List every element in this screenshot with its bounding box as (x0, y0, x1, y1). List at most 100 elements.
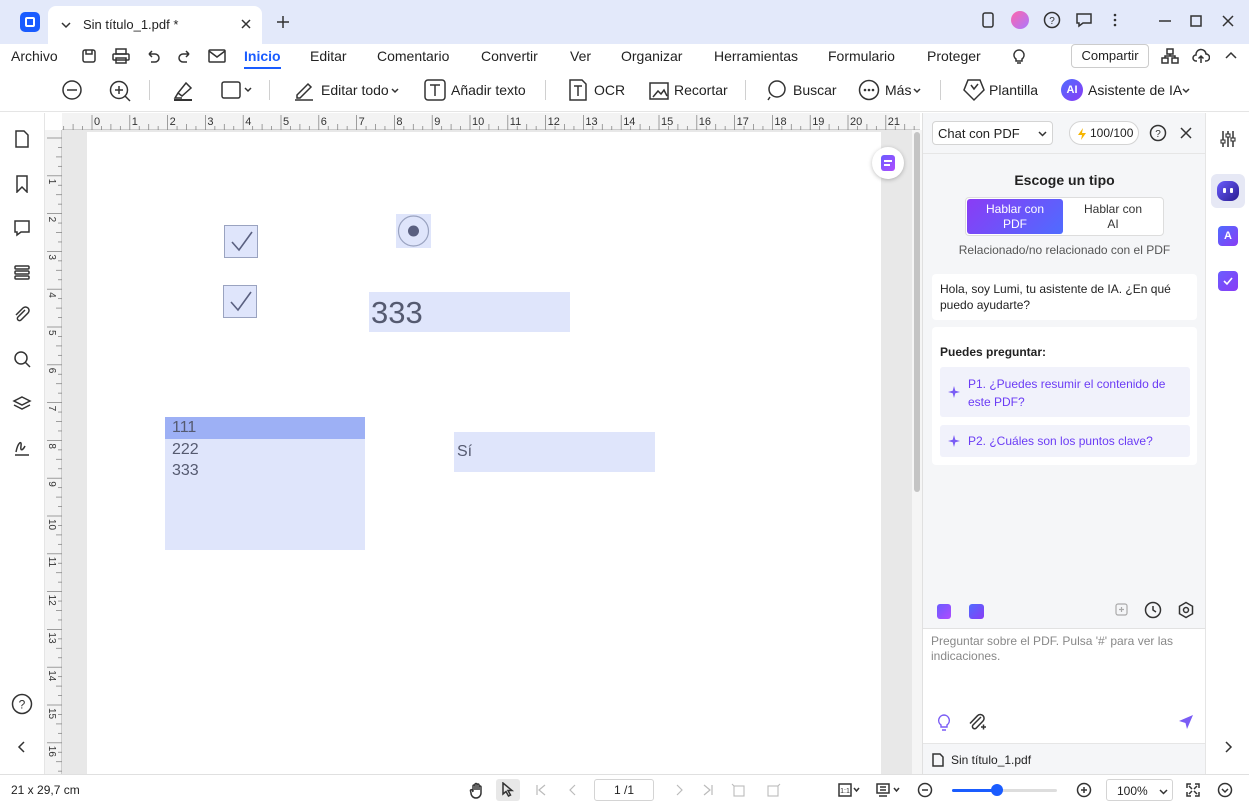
ai-assistant-button[interactable]: Asistente de IA (1088, 80, 1182, 100)
zoom-out-status-icon[interactable] (917, 782, 933, 798)
ai-badge-icon[interactable]: AI (1061, 79, 1083, 101)
history-icon[interactable] (1144, 601, 1162, 619)
select-tool-button[interactable] (496, 779, 520, 801)
ai-assistant-dropdown-icon[interactable] (1182, 87, 1190, 95)
ai-switch-icon[interactable] (969, 604, 984, 619)
fit-page-icon[interactable] (1186, 783, 1200, 797)
translate-icon[interactable]: A (1218, 226, 1238, 246)
cloud-upload-icon[interactable] (1192, 48, 1210, 64)
menu-inicio[interactable]: Inicio (244, 44, 281, 69)
search-sidebar-icon[interactable] (13, 350, 31, 368)
properties-sliders-icon[interactable] (1219, 130, 1237, 148)
menu-ver[interactable]: Ver (570, 44, 591, 69)
zoom-out-icon[interactable] (61, 79, 83, 101)
type-pdf-button[interactable]: Hablar con PDF (967, 199, 1063, 234)
more-button[interactable]: Más (885, 80, 911, 100)
crop-button[interactable]: Recortar (674, 80, 728, 100)
suggestion-item[interactable]: P1. ¿Puedes resumir el contenido de este… (940, 367, 1190, 417)
ai-chat-tab[interactable] (1211, 174, 1245, 208)
attach-file-icon[interactable] (967, 713, 987, 733)
prompt-bulb-icon[interactable] (935, 713, 953, 733)
ai-doc-tool-icon[interactable] (937, 604, 951, 619)
avatar[interactable] (1011, 11, 1029, 29)
last-page-icon[interactable] (702, 784, 714, 796)
minimize-icon[interactable] (1158, 14, 1172, 28)
undo-icon[interactable] (145, 48, 161, 64)
layers-icon[interactable] (12, 395, 32, 413)
list-option[interactable]: 111 (165, 417, 365, 439)
settings-icon[interactable] (1177, 601, 1195, 619)
help-icon[interactable]: ? (1043, 11, 1061, 29)
checkbox-field[interactable] (224, 225, 258, 258)
scrollbar-thumb[interactable] (914, 132, 920, 492)
signature-icon[interactable] (13, 438, 31, 456)
suggestion-item[interactable]: P2. ¿Cuáles son los puntos clave? (940, 425, 1190, 457)
workflow-icon[interactable] (1161, 48, 1179, 64)
ai-check-icon[interactable] (1218, 271, 1238, 291)
new-chat-icon[interactable] (1114, 602, 1130, 618)
shape-rectangle-icon[interactable] (221, 80, 241, 100)
document-tab[interactable]: Sin título_1.pdf * (48, 6, 262, 44)
rotate-left-icon[interactable] (731, 782, 747, 798)
view-mode-icon[interactable] (876, 783, 902, 797)
combo-box-field[interactable]: Sí (454, 432, 655, 472)
panel-close-icon[interactable] (1180, 127, 1192, 139)
list-box-field[interactable]: 111 222 333 (165, 417, 365, 550)
menu-archivo[interactable]: Archivo (11, 44, 58, 69)
add-text-button[interactable]: Añadir texto (451, 80, 526, 100)
menu-organizar[interactable]: Organizar (621, 44, 682, 69)
floating-ai-button[interactable] (872, 147, 904, 179)
zoom-in-icon[interactable] (108, 79, 132, 103)
template-button[interactable]: Plantilla (989, 80, 1038, 100)
document-canvas[interactable]: 333 111 222 333 Sí (62, 130, 912, 774)
bookmark-icon[interactable] (15, 175, 29, 193)
mail-icon[interactable] (208, 48, 226, 64)
prev-page-icon[interactable] (567, 784, 579, 796)
save-icon[interactable] (81, 48, 97, 64)
share-button[interactable]: Compartir (1071, 44, 1149, 68)
list-option[interactable]: 333 (165, 460, 365, 482)
more-dropdown-icon[interactable] (913, 87, 921, 95)
more-icon[interactable] (858, 79, 880, 101)
help-sidebar-icon[interactable]: ? (11, 693, 33, 715)
comment-icon[interactable] (13, 219, 31, 237)
panel-help-icon[interactable]: ? (1149, 124, 1167, 142)
next-page-icon[interactable] (673, 784, 685, 796)
template-icon[interactable] (962, 78, 986, 102)
chat-input[interactable]: Preguntar sobre el PDF. Pulsa '#' para v… (923, 629, 1206, 743)
send-icon[interactable] (1177, 713, 1195, 731)
shape-dropdown-icon[interactable] (244, 86, 252, 94)
layers-list-icon[interactable] (13, 264, 31, 280)
page-layout-icon[interactable]: 1:1 (838, 783, 860, 797)
text-field[interactable]: 333 (369, 292, 570, 332)
page-number-input[interactable]: 1 /1 (594, 779, 654, 801)
credits-badge[interactable]: 100/100 (1069, 121, 1139, 145)
collapse-sidebar-icon[interactable] (17, 741, 27, 753)
pages-thumbnail-icon[interactable] (14, 130, 30, 148)
collapse-ribbon-icon[interactable] (1224, 49, 1238, 63)
checkbox-field[interactable] (223, 285, 257, 318)
edit-pen-icon[interactable] (293, 79, 315, 101)
rotate-right-icon[interactable] (765, 782, 781, 798)
menu-formulario[interactable]: Formulario (828, 44, 895, 69)
tab-chevron-icon[interactable] (60, 19, 72, 31)
add-text-icon[interactable] (424, 79, 446, 101)
lightbulb-icon[interactable] (1010, 47, 1028, 65)
search-button[interactable]: Buscar (793, 80, 837, 100)
menu-proteger[interactable]: Proteger (927, 44, 981, 69)
edit-all-button[interactable]: Editar todo (321, 80, 389, 100)
redo-icon[interactable] (177, 48, 193, 64)
status-more-icon[interactable] (1217, 782, 1233, 798)
more-vertical-icon[interactable] (1110, 12, 1120, 28)
menu-herramientas[interactable]: Herramientas (714, 44, 798, 69)
zoom-in-status-icon[interactable] (1076, 782, 1092, 798)
maximize-icon[interactable] (1189, 14, 1203, 28)
expand-panel-icon[interactable] (1223, 741, 1233, 753)
ocr-button[interactable]: OCR (594, 80, 625, 100)
close-window-icon[interactable] (1221, 14, 1235, 28)
attachment-icon[interactable] (13, 306, 31, 324)
pdf-page[interactable]: 333 111 222 333 Sí (87, 132, 881, 774)
print-icon[interactable] (112, 48, 130, 64)
vertical-scrollbar[interactable] (912, 130, 922, 774)
feedback-icon[interactable] (1075, 12, 1093, 28)
